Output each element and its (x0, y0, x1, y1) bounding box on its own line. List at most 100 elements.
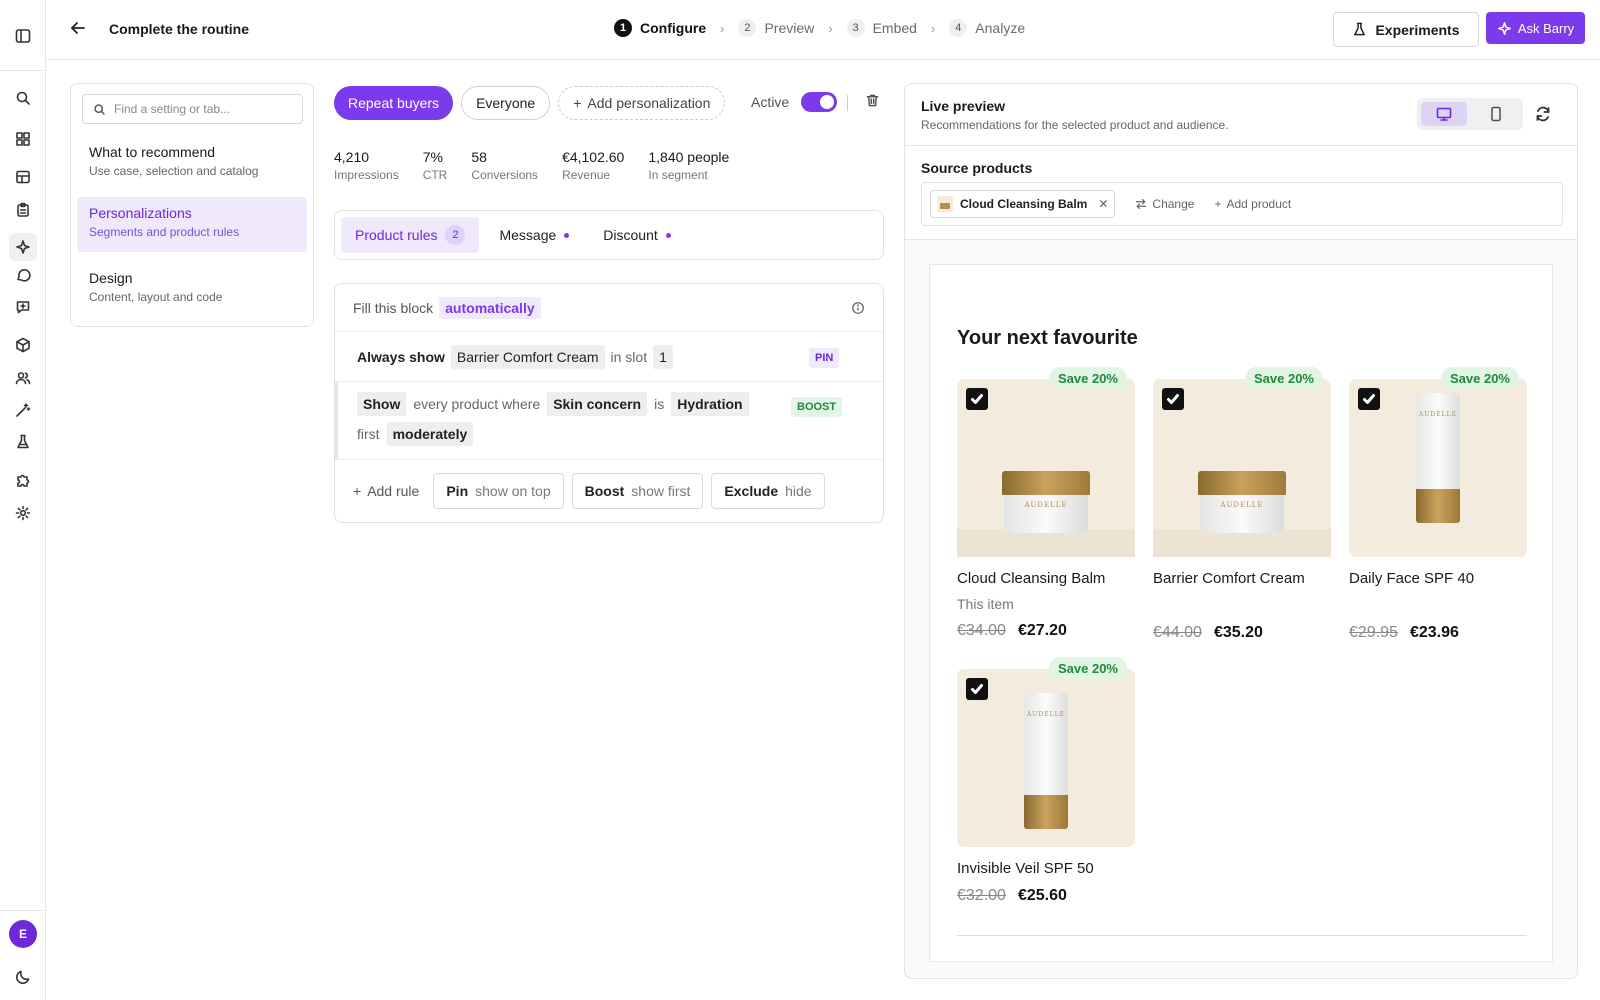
include-checkbox[interactable] (966, 678, 988, 700)
exclude-rule-button[interactable]: Exclude hide (711, 473, 825, 509)
dashboard-icon[interactable] (14, 130, 32, 148)
puzzle-icon[interactable] (14, 471, 32, 489)
magic-wand-icon[interactable] (14, 401, 32, 419)
step-configure[interactable]: 1 Configure (614, 19, 706, 37)
sparkles-icon[interactable] (9, 233, 37, 261)
nav-personalizations[interactable]: Personalizations Segments and product rul… (77, 197, 307, 252)
avatar[interactable]: E (9, 920, 37, 948)
preview-subtitle: Recommendations for the selected product… (921, 118, 1229, 132)
info-icon[interactable] (851, 301, 865, 318)
source-product-picker: Cloud Cleansing Balm ✕ Change + Add produc… (921, 182, 1563, 226)
product-card[interactable]: AUDELLE Save 20% Daily Face SPF 40 €29.9… (1349, 367, 1527, 642)
product-name: Barrier Comfort Cream (1153, 570, 1305, 587)
rule-value-token[interactable]: Hydration (671, 392, 749, 416)
nav-title: Personalizations (89, 205, 192, 221)
settings-search-input[interactable]: Find a setting or tab... (82, 94, 303, 124)
segment-repeat-buyers[interactable]: Repeat buyers (334, 86, 454, 120)
trash-icon[interactable] (865, 93, 880, 113)
gear-icon[interactable] (14, 504, 32, 522)
segment-everyone[interactable]: Everyone (461, 86, 551, 120)
step-preview[interactable]: 2 Preview (738, 19, 814, 37)
source-products: Source products Cloud Cleansing Balm ✕ Ch… (905, 146, 1577, 240)
flask-icon[interactable] (14, 433, 32, 451)
tab-message[interactable]: Message (485, 217, 583, 253)
add-product-button[interactable]: + Add product (1214, 197, 1291, 211)
ask-barry-button[interactable]: Ask Barry (1486, 12, 1585, 44)
segment-chips: Repeat buyers Everyone + Add personalizat… (334, 86, 726, 120)
widget-divider (957, 935, 1527, 936)
stat-label: Impressions (334, 168, 399, 182)
sale-price: €35.20 (1213, 624, 1263, 641)
box-icon[interactable] (14, 336, 32, 354)
price-row: €32.00 €25.60 (957, 887, 1135, 905)
stat-label: CTR (422, 168, 448, 182)
pin-rule-button[interactable]: Pin show on top (433, 473, 564, 509)
step-embed[interactable]: 3 Embed (846, 19, 917, 37)
plus-icon: + (353, 483, 362, 499)
users-icon[interactable] (14, 369, 32, 387)
tab-product-rules[interactable]: Product rules 2 (341, 217, 480, 253)
product-thumbnail (937, 196, 953, 212)
desktop-icon[interactable] (1421, 102, 1467, 126)
pin-rule-row[interactable]: Always show Barrier Comfort Cream in slo… (335, 332, 883, 382)
rule-text: is (654, 396, 665, 412)
product-image: AUDELLE Save 20% (957, 367, 1135, 557)
tab-discount[interactable]: Discount (589, 217, 684, 253)
chat-icon[interactable] (14, 266, 32, 284)
moon-icon[interactable] (14, 968, 32, 986)
page-title: Complete the routine (109, 21, 250, 37)
source-product-chip[interactable]: Cloud Cleansing Balm ✕ (930, 190, 1116, 218)
mobile-icon[interactable] (1473, 102, 1519, 126)
rule-button-sub: hide (785, 483, 812, 499)
message-square-icon[interactable] (14, 298, 32, 316)
step-label: Configure (640, 20, 707, 36)
original-price: €29.95 (1349, 624, 1398, 641)
pin-tag: PIN (809, 348, 840, 368)
sidebar-toggle-icon[interactable] (14, 27, 32, 45)
fill-mode-select[interactable]: automatically (439, 296, 541, 319)
refresh-icon[interactable] (1535, 106, 1551, 127)
clipboard-icon[interactable] (14, 201, 32, 219)
search-icon[interactable] (14, 89, 32, 107)
include-checkbox[interactable] (1162, 388, 1184, 410)
add-product-label: Add product (1226, 197, 1292, 211)
rule-text: first (357, 426, 380, 442)
add-rule-row: + Add rule Pin show on top Boost show first… (335, 460, 883, 522)
product-card[interactable]: AUDELLE Save 20% Cloud Cleansing Balm Th… (957, 367, 1135, 640)
rule-strength-token[interactable]: moderately (386, 422, 474, 446)
nav-what-to-recommend[interactable]: What to recommend Use case, selection and… (77, 136, 307, 186)
include-checkbox[interactable] (1358, 388, 1380, 410)
close-icon[interactable]: ✕ (1098, 197, 1108, 211)
add-personalization-label: Add personalization (587, 95, 711, 111)
rule-attribute-token[interactable]: Skin concern (547, 392, 648, 416)
original-price: €32.00 (957, 887, 1006, 904)
nav-design[interactable]: Design Content, layout and code (77, 262, 307, 312)
product-image: AUDELLE Save 20% (1349, 367, 1527, 557)
stat-value: 4,210 (334, 149, 370, 165)
back-arrow-icon[interactable] (70, 20, 90, 40)
experiments-button[interactable]: Experiments (1333, 12, 1479, 47)
add-personalization-button[interactable]: + Add personalization (558, 86, 726, 120)
product-card[interactable]: AUDELLE Save 20% Invisible Veil SPF 50 €… (957, 657, 1135, 905)
count-badge: 2 (445, 225, 466, 245)
add-rule-button[interactable]: + Add rule (353, 483, 419, 499)
step-number: 3 (846, 19, 865, 37)
layout-icon[interactable] (14, 168, 32, 186)
fill-prefix: Fill this block (353, 299, 434, 316)
experiments-label: Experiments (1375, 21, 1460, 38)
change-button[interactable]: Change (1135, 197, 1194, 211)
rule-slot-token[interactable]: 1 (653, 344, 673, 369)
step-number: 1 (614, 19, 632, 37)
include-checkbox[interactable] (966, 388, 988, 410)
boost-rule-row[interactable]: Show every product where Skin concern is… (335, 382, 883, 460)
rule-button-title: Boost (584, 483, 625, 499)
boost-rule-button[interactable]: Boost show first (571, 473, 704, 509)
sale-price: €23.96 (1409, 624, 1459, 641)
active-toggle[interactable] (801, 92, 837, 112)
step-analyze[interactable]: 4 Analyze (949, 19, 1025, 37)
live-preview-panel: Live preview Recommendations for the sel… (904, 83, 1578, 979)
stat-revenue: €4,102.60 Revenue (562, 149, 624, 182)
product-card[interactable]: AUDELLE Save 20% Barrier Comfort Cream €… (1153, 367, 1331, 642)
discount-badge: Save 20% (1049, 657, 1127, 680)
rule-product-token[interactable]: Barrier Comfort Cream (450, 344, 605, 369)
